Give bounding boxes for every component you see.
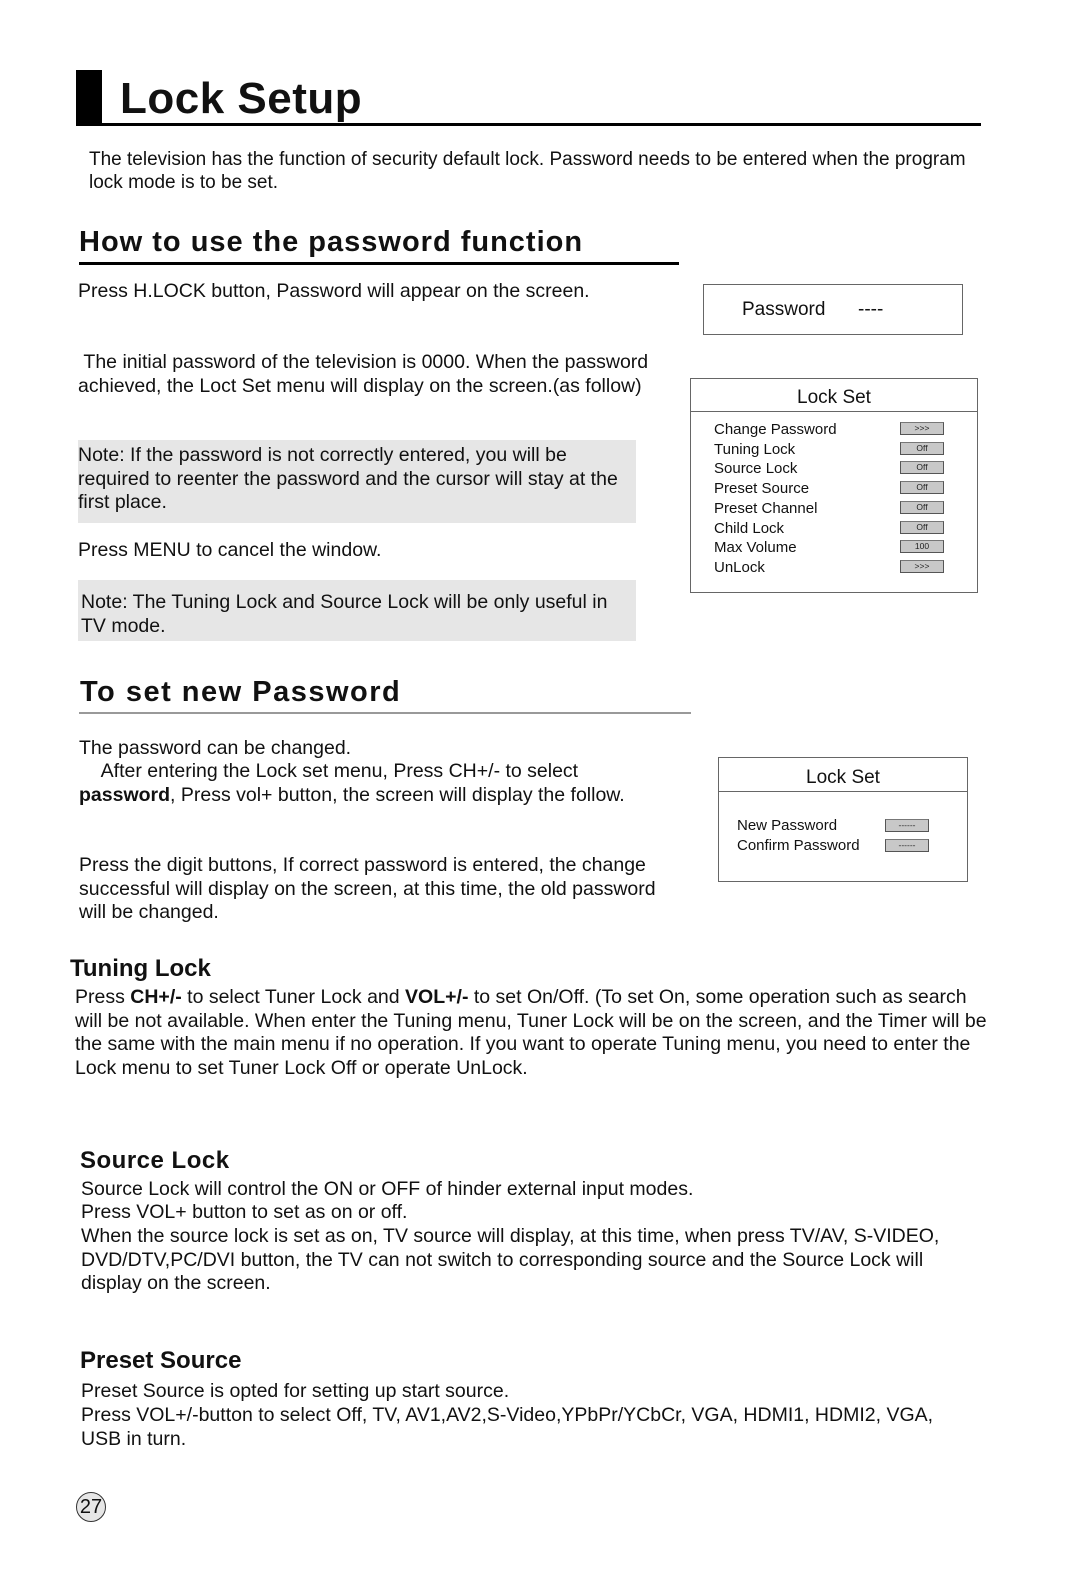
section-divider [79, 262, 679, 265]
text-span: to select Tuner Lock and [181, 986, 406, 1008]
lock-set-item-value[interactable]: Off [900, 520, 944, 534]
section-heading-preset-source: Preset Source [80, 1347, 242, 1374]
source-lock-line-1: Source Lock will control the ON or OFF o… [81, 1178, 694, 1200]
lock-set-item-value[interactable]: Off [900, 461, 944, 475]
lock-set-item-value[interactable]: Off [900, 500, 944, 514]
lock-set-item-label[interactable]: Preset Source [714, 480, 809, 497]
password-paragraph-3: Press MENU to cancel the window. [78, 539, 382, 561]
tuning-lock-paragraph: Press CH+/- to select Tuner Lock and VOL… [75, 986, 990, 1080]
title-divider [76, 123, 981, 126]
new-password-item-field[interactable]: ------ [885, 839, 929, 852]
text-span: , Press vol+ button, the screen will dis… [170, 783, 625, 806]
section-heading-tuning-lock: Tuning Lock [70, 955, 211, 982]
new-password-paragraph-2: After entering the Lock set menu, Press … [79, 760, 679, 807]
bold-text: VOL+/- [405, 986, 469, 1008]
lock-set-item-label[interactable]: Max Volume [714, 539, 797, 556]
lock-set-item-label[interactable]: Preset Channel [714, 500, 817, 517]
password-osd-box: Password ---- [703, 284, 963, 335]
password-paragraph-2: The initial password of the television i… [78, 351, 654, 397]
new-password-paragraph-3: Press the digit buttons, If correct pass… [79, 854, 656, 923]
section-heading-password-function: How to use the password function [79, 226, 584, 258]
lock-set-item-value[interactable]: 100 [900, 540, 944, 554]
section-divider [79, 712, 691, 714]
lock-set-item-label[interactable]: UnLock [714, 559, 765, 576]
lock-set-item-label[interactable]: Source Lock [714, 460, 797, 477]
new-password-osd: Lock Set New Password ------ Confirm Passw… [718, 757, 968, 882]
section-heading-source-lock: Source Lock [80, 1147, 230, 1174]
new-password-item-label: Confirm Password [737, 837, 860, 854]
password-paragraph-1: Press H.LOCK button, Password will appea… [78, 280, 590, 302]
lock-set-item-value[interactable]: Off [900, 481, 944, 495]
note-box-incorrect-password: Note: If the password is not correctly e… [78, 440, 636, 523]
section-heading-new-password: To set new Password [80, 676, 402, 708]
preset-source-line-2: Press VOL+/-button to select Off, TV, AV… [81, 1404, 934, 1450]
note-box-tv-mode: Note: The Tuning Lock and Source Lock wi… [78, 580, 636, 641]
lock-set-item-value[interactable]: >>> [900, 422, 944, 435]
new-password-paragraph-1: The password can be changed. [79, 737, 352, 759]
password-osd-label: Password [742, 299, 826, 320]
lock-set-item-label[interactable]: Tuning Lock [714, 441, 795, 458]
password-osd-value[interactable]: ---- [858, 299, 883, 321]
text-span: After entering the Lock set menu, Press … [79, 760, 584, 782]
source-lock-line-2: Press VOL+ button to set as on or off. [81, 1201, 408, 1223]
intro-paragraph: The television has the function of secur… [89, 149, 966, 193]
lock-set-item-label[interactable]: Change Password [714, 421, 837, 438]
lock-set-osd-title: Lock Set [691, 379, 977, 412]
source-lock-line-3: When the source lock is set as on, TV so… [81, 1225, 940, 1294]
text-span: Press [75, 986, 131, 1008]
lock-set-osd: Lock Set Change Password >>> Tuning Lock Of… [690, 378, 978, 593]
new-password-osd-title: Lock Set [719, 758, 967, 792]
new-password-item-field[interactable]: ------ [885, 819, 929, 832]
bold-text: CH+/- [130, 986, 182, 1008]
page-number-badge: 27 [76, 1492, 106, 1522]
title-bar-marker [76, 70, 102, 126]
lock-set-item-value[interactable]: Off [900, 441, 944, 455]
bold-text: password [79, 783, 171, 806]
lock-set-item-label[interactable]: Child Lock [714, 520, 784, 537]
preset-source-line-1: Preset Source is opted for setting up st… [81, 1380, 510, 1402]
lock-set-item-value[interactable]: >>> [900, 559, 944, 573]
page-title: Lock Setup [120, 74, 363, 123]
new-password-item-label: New Password [737, 817, 838, 834]
